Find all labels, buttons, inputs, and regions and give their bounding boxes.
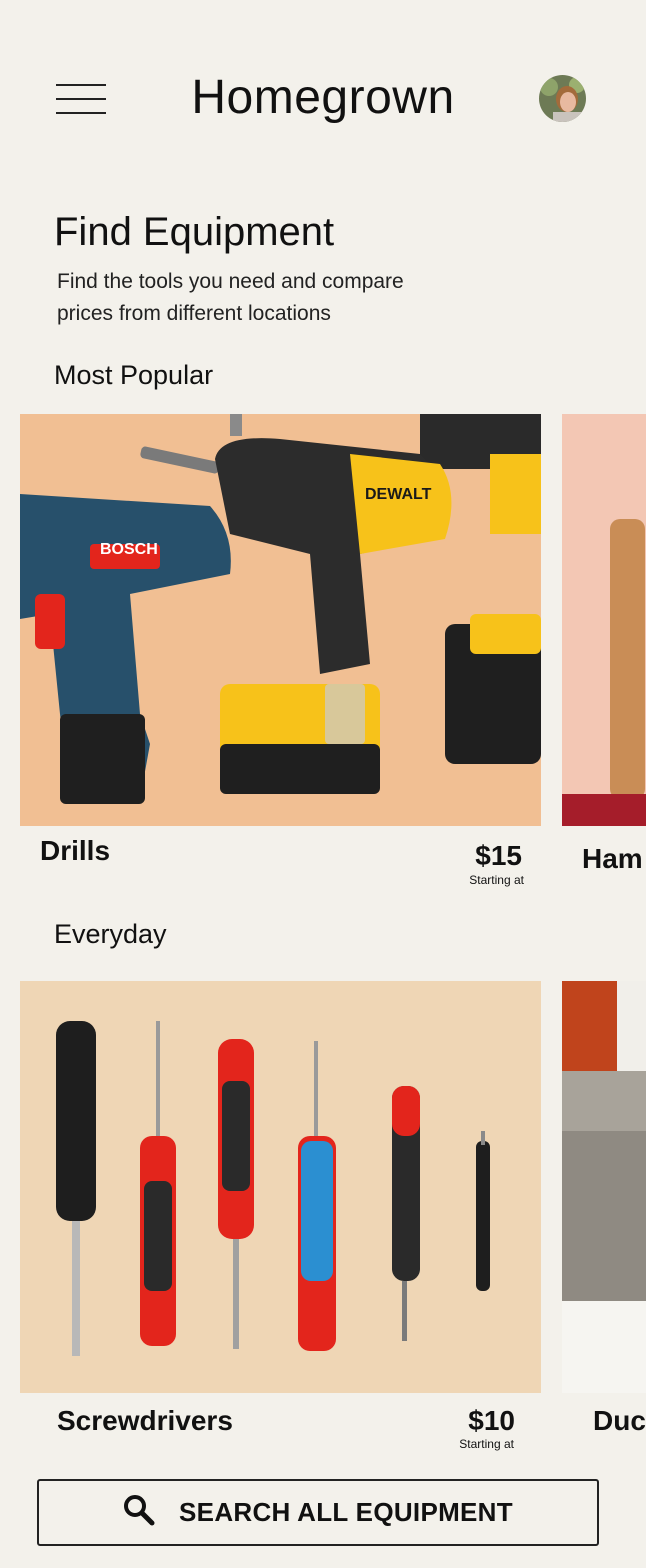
search-icon bbox=[123, 1494, 155, 1531]
section-title-most-popular: Most Popular bbox=[54, 360, 214, 390]
drills-photo[interactable]: BOSCH DEWALT bbox=[20, 414, 541, 826]
app-title: Homegrown bbox=[191, 71, 455, 124]
section-title-everyday: Everyday bbox=[54, 919, 167, 949]
card-price-note-screwdrivers: Starting at bbox=[459, 1437, 514, 1451]
card-price-drills: $15 bbox=[475, 840, 522, 871]
screwdrivers-photo[interactable] bbox=[20, 981, 541, 1393]
hamburger-menu-icon[interactable] bbox=[56, 82, 106, 116]
card-name-hammer: Ham bbox=[582, 843, 643, 874]
duct-tape-photo[interactable] bbox=[562, 981, 646, 1393]
user-avatar[interactable] bbox=[539, 75, 586, 122]
card-name-duct-tape: Duc bbox=[593, 1405, 646, 1436]
svg-text:DEWALT: DEWALT bbox=[365, 486, 432, 503]
hammer-photo[interactable] bbox=[562, 414, 646, 826]
card-price-screwdrivers: $10 bbox=[468, 1405, 515, 1436]
svg-text:BOSCH: BOSCH bbox=[100, 541, 158, 558]
search-all-equipment-button[interactable]: SEARCH ALL EQUIPMENT bbox=[37, 1479, 599, 1546]
search-all-equipment-label: SEARCH ALL EQUIPMENT bbox=[179, 1497, 513, 1527]
subtitle-line-2: prices from different locations bbox=[57, 302, 331, 325]
page-title: Find Equipment bbox=[54, 210, 335, 254]
card-name-drills: Drills bbox=[40, 835, 111, 866]
card-price-note-drills: Starting at bbox=[469, 873, 524, 887]
card-name-screwdrivers: Screwdrivers bbox=[57, 1405, 233, 1436]
page-subtitle: Find the tools you need and compare pric… bbox=[57, 266, 477, 330]
subtitle-line-1: Find the tools you need and compare bbox=[57, 270, 404, 293]
